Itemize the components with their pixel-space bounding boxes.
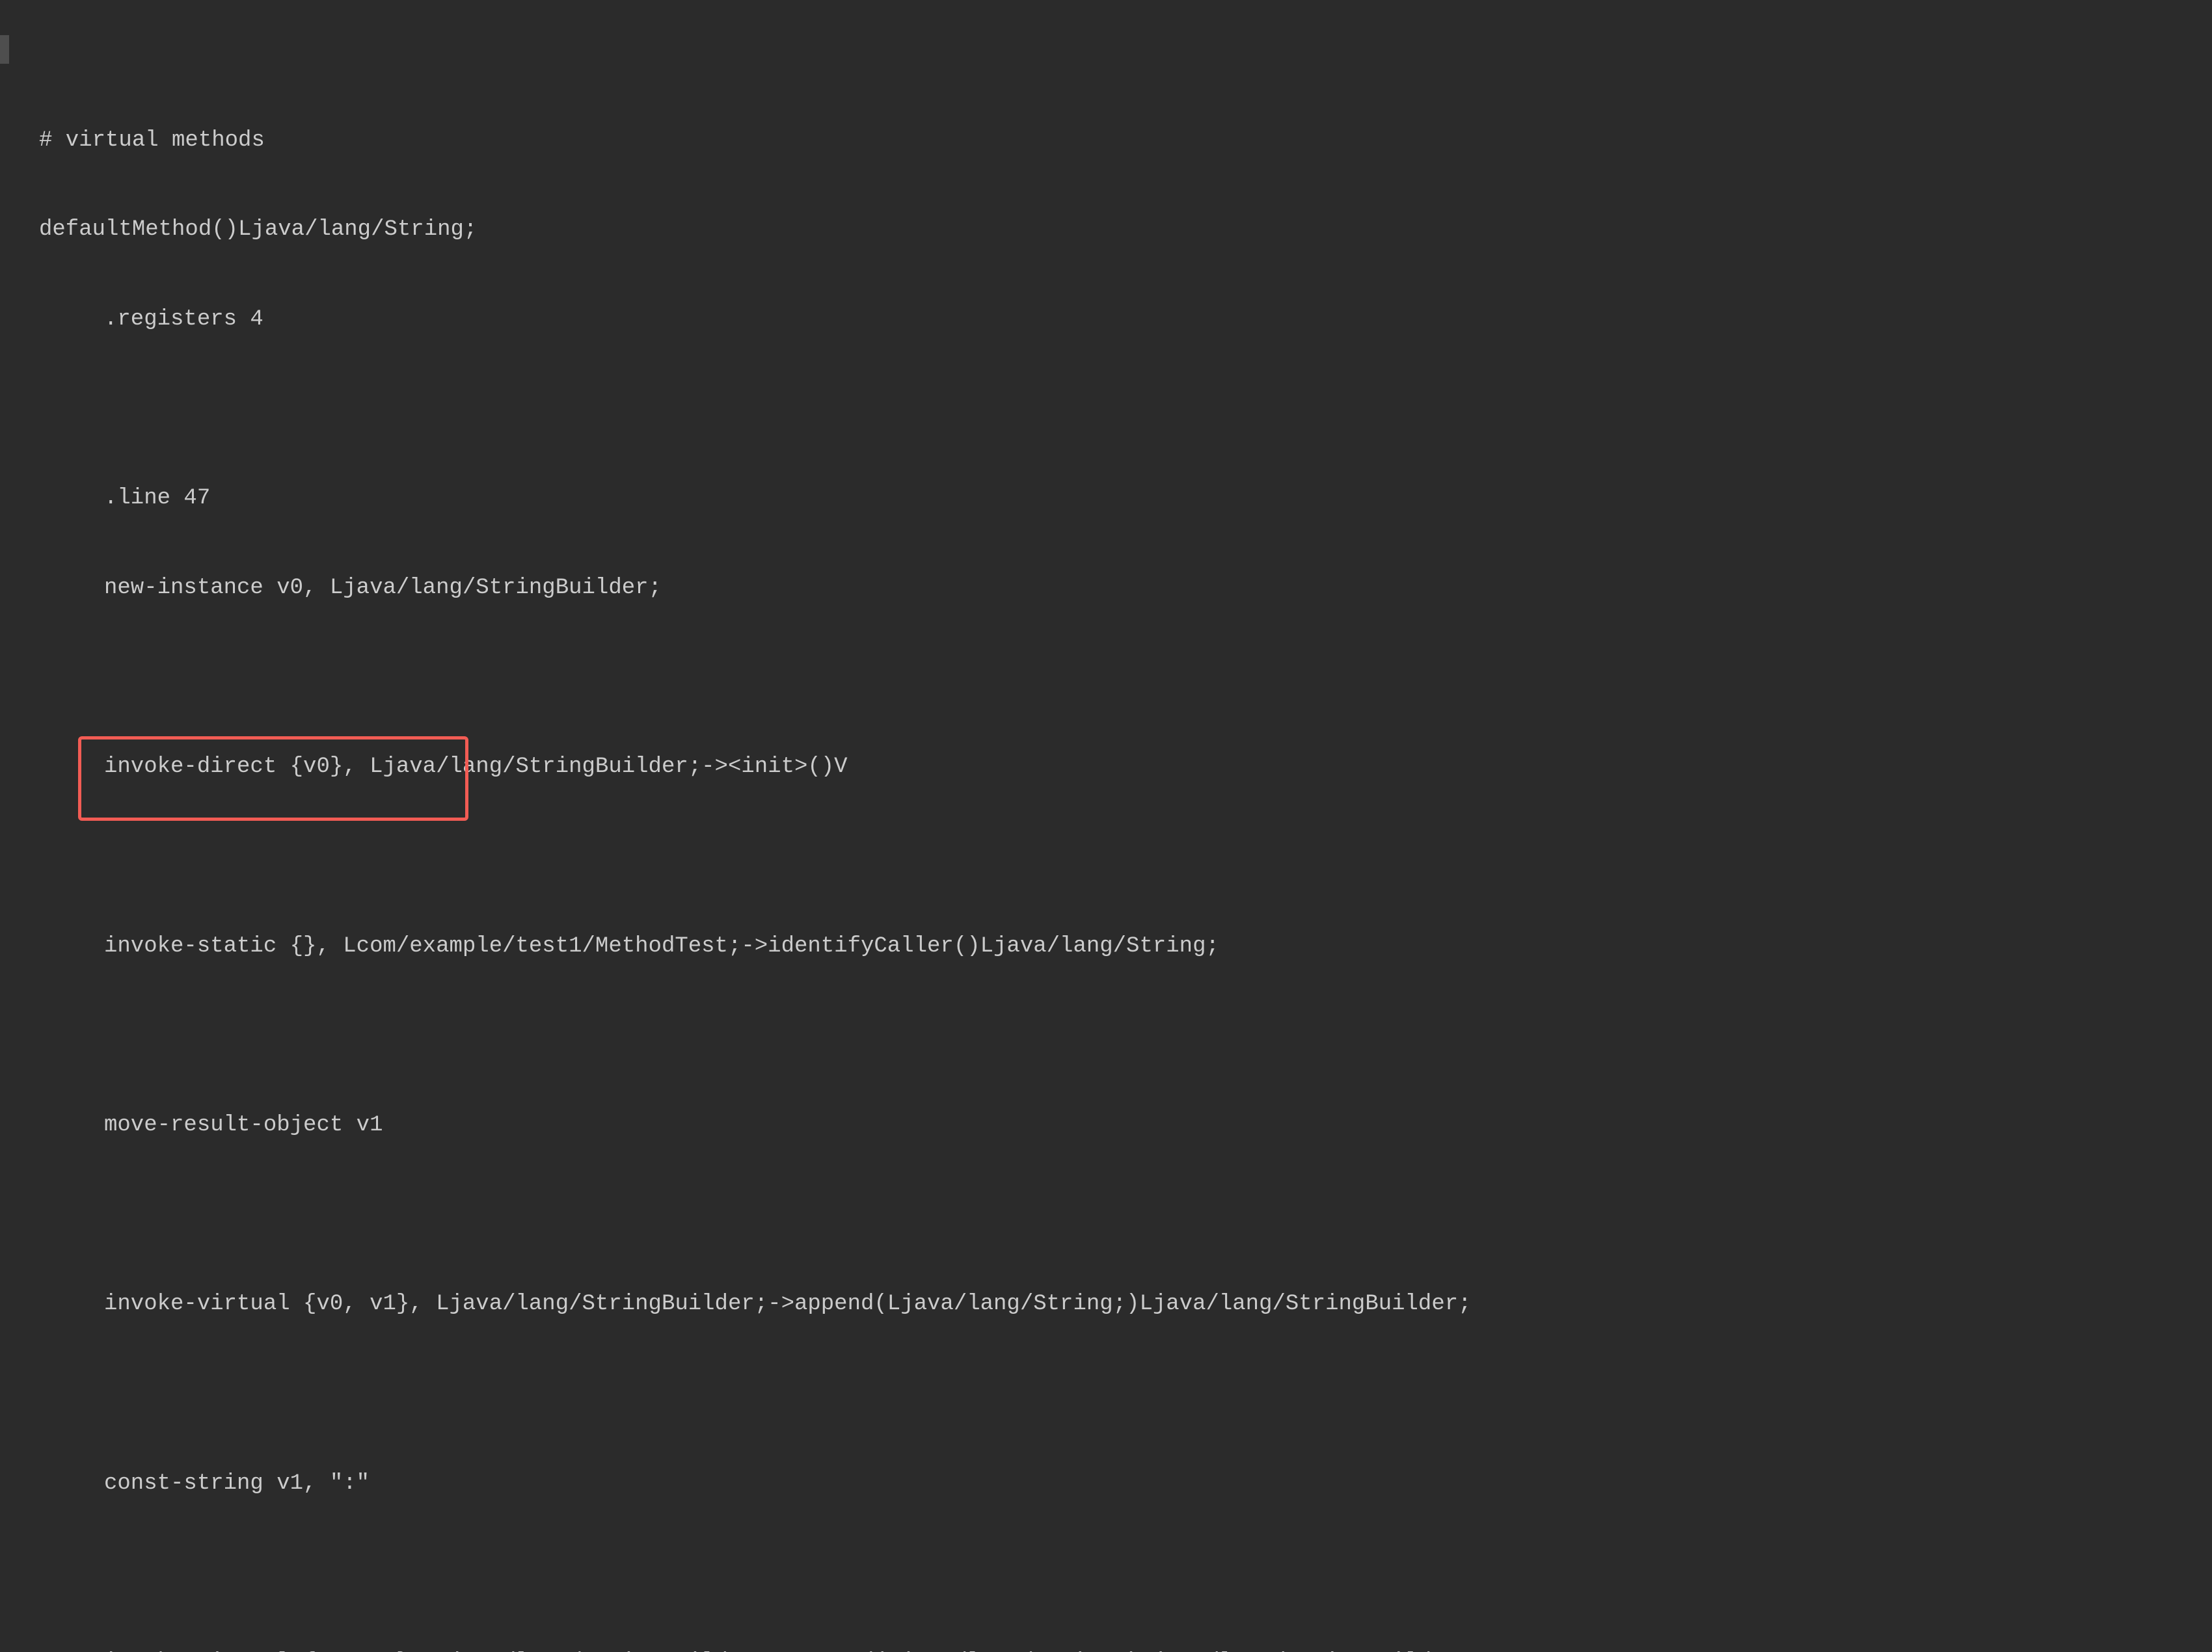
code-line: invoke-virtual {v0, v1}, Ljava/lang/Stri…: [13, 1290, 2212, 1320]
gutter-caret: [0, 35, 9, 64]
code-line: [13, 395, 2212, 425]
code-line: [13, 842, 2212, 872]
code-line: # virtual methods: [13, 126, 2212, 156]
code-line: [13, 1201, 2212, 1231]
code-line: invoke-virtual {v0, v1}, Ljava/lang/Stri…: [13, 1648, 2212, 1652]
code-line: [13, 663, 2212, 693]
code-line: move-result-object v1: [13, 1111, 2212, 1141]
code-line: invoke-static {}, Lcom/example/test1/Met…: [13, 932, 2212, 962]
code-line: new-instance v0, Ljava/lang/StringBuilde…: [13, 574, 2212, 604]
code-line: [13, 1021, 2212, 1051]
code-line: defaultMethod()Ljava/lang/String;: [13, 215, 2212, 245]
code-line: invoke-direct {v0}, Ljava/lang/StringBui…: [13, 753, 2212, 782]
code-line: [13, 1558, 2212, 1588]
code-line: const-string v1, ":": [13, 1469, 2212, 1499]
code-line: .registers 4: [13, 305, 2212, 335]
code-editor[interactable]: # virtual methods defaultMethod()Ljava/l…: [0, 0, 2212, 1652]
code-line: .line 47: [13, 484, 2212, 514]
code-line: [13, 1379, 2212, 1409]
